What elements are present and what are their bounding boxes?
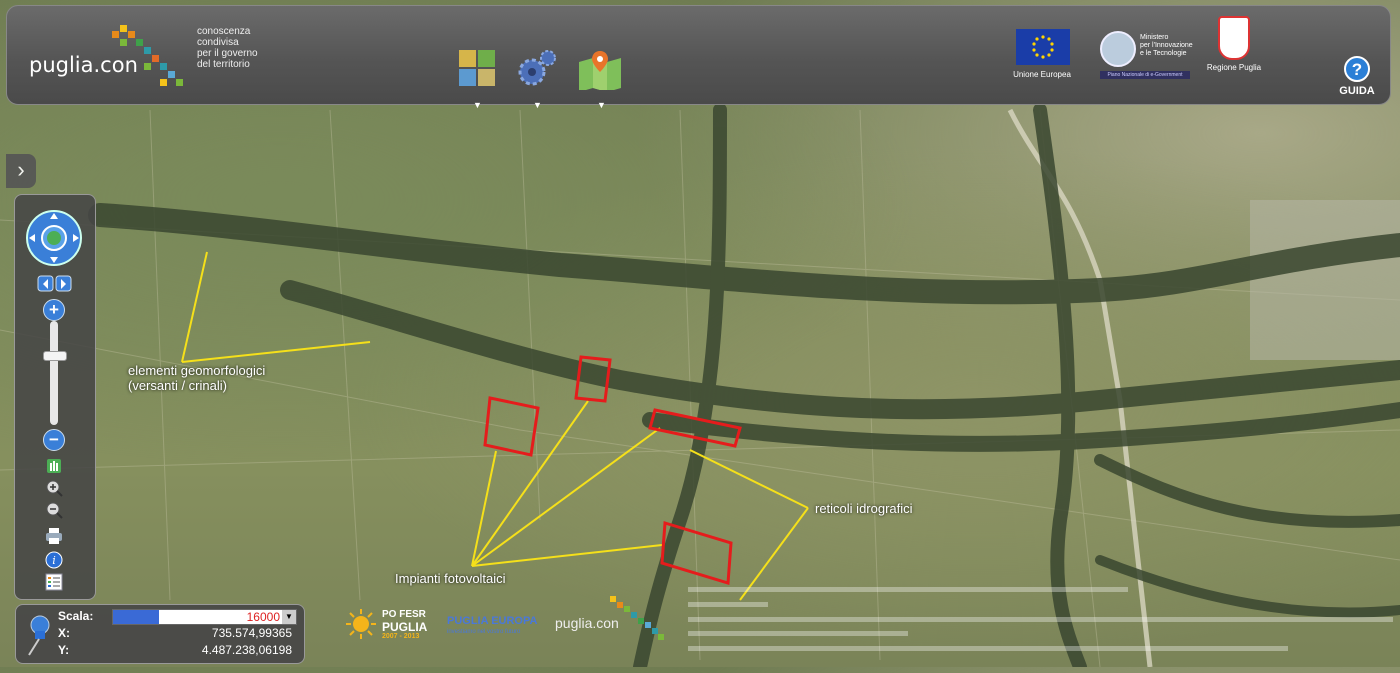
dropdown-arrow-icon: ▼ [533,100,542,110]
ministry-name-line: Ministero [1140,34,1169,41]
info-button[interactable]: i [45,551,63,569]
scale-value: 16000 [246,610,280,624]
guida-label: GUIDA [1339,85,1375,97]
map-menu-button[interactable]: ▼ [577,48,621,110]
years-text: 2007 - 2013 [382,633,420,640]
ministry-name-line: e le Tecnologie [1140,50,1187,57]
annotation-geomorph-line: (versanti / crinali) [128,378,227,393]
ministry-name-line: per l'Innovazione [1140,42,1193,49]
zoom-slider-handle[interactable] [43,351,67,361]
tagline-line: conoscenza [197,26,251,37]
legend-list-icon [45,573,63,591]
guida-button[interactable]: ? GUIDA [1327,56,1387,97]
dropdown-arrow-icon: ▼ [597,100,606,110]
puglia-europa-sub: investiamo nel vostro futuro [447,629,521,635]
zoom-out-button[interactable]: − [43,429,65,451]
legend-button[interactable] [45,573,63,591]
puglia-text: PUGLIA [382,620,428,634]
zoom-slider[interactable] [50,321,58,425]
annotation-geomorph: elementi geomorfologici (versanti / crin… [128,363,265,393]
print-button[interactable] [45,527,63,545]
top-toolbar: puglia.con conoscenza condivisa per il g… [6,5,1391,110]
chevron-down-icon[interactable]: ▼ [282,610,296,624]
eu-flag-icon [1016,29,1070,65]
regione-label: Regione Puglia [1206,63,1262,72]
x-label: X: [58,626,70,640]
annotation-reticoli: reticoli idrografici [815,501,913,516]
ministry-name: Ministero per l'Innovazione e le Tecnolo… [1140,34,1193,58]
ministry-band: Piano Nazionale di e-Government [1100,71,1190,79]
layers-grid-icon [459,50,495,86]
layers-menu-button[interactable]: ▼ [457,48,499,110]
scala-label: Scala: [58,609,94,623]
zoom-in-button[interactable]: + [43,299,65,321]
tagline: conoscenza condivisa per il governo del … [197,26,287,70]
pan-hand-tool[interactable] [45,457,63,475]
dropdown-arrow-icon: ▼ [473,100,482,110]
built-area [1250,200,1400,360]
pushpin-icon[interactable] [23,613,53,658]
zoom-box-in-tool[interactable] [45,479,63,497]
x-value: 735.574,99365 [211,626,292,640]
annotation-geomorph-line: elementi geomorfologici [128,363,266,378]
y-label: Y: [58,643,70,657]
expand-panel-button[interactable]: › [6,154,36,188]
tagline-line: del territorio [197,59,250,70]
hand-icon [47,459,61,473]
logo-text: puglia.con [29,53,138,77]
po-fesr-text: PO FESR [382,609,426,620]
help-icon: ? [1344,56,1370,82]
eu-logo: Unione Europea [1012,29,1072,79]
tagline-line: per il governo [197,48,258,59]
magnifier-minus-icon [46,502,63,519]
tools-menu-button[interactable]: ▼ [517,48,559,110]
pugliacon-mosaic-icon [610,596,664,640]
ministry-seal-icon [1100,31,1136,67]
ministry-logo: Ministero per l'Innovazione e le Tecnolo… [1100,31,1195,79]
info-icon: i [45,551,63,569]
regione-logo: Regione Puglia [1202,16,1266,72]
y-value: 4.487.238,06198 [201,643,292,657]
eu-label: Unione Europea [1013,70,1071,79]
map-navigation-panel: + − i [14,194,96,600]
svg-text:i: i [52,554,56,567]
scale-highlight [113,610,159,624]
map-pin-icon [579,51,621,92]
tagline-line: condivisa [197,37,239,48]
prev-next-extent-icon [37,275,72,292]
gears-icon [518,50,556,86]
pan-compass-icon [26,210,82,266]
map-attribution [688,583,1393,673]
coordinates-panel: Scala: 16000 ▼ X: 735.574,99365 Y: 4.487… [15,604,305,664]
regione-crest-icon [1218,16,1250,60]
printer-icon [46,528,62,544]
sun-logo-icon [346,609,376,639]
pan-control[interactable] [25,209,83,267]
magnifier-plus-icon [46,480,63,497]
puglia-europa-text: PUGLIA EUROPA [447,615,538,627]
zoom-box-out-tool[interactable] [45,501,63,519]
annotation-impianti: Impianti fotovoltaici [395,571,506,586]
history-nav[interactable] [37,275,73,298]
scale-select[interactable]: 16000 ▼ [112,609,297,625]
attribution-text-blur [688,587,1393,651]
